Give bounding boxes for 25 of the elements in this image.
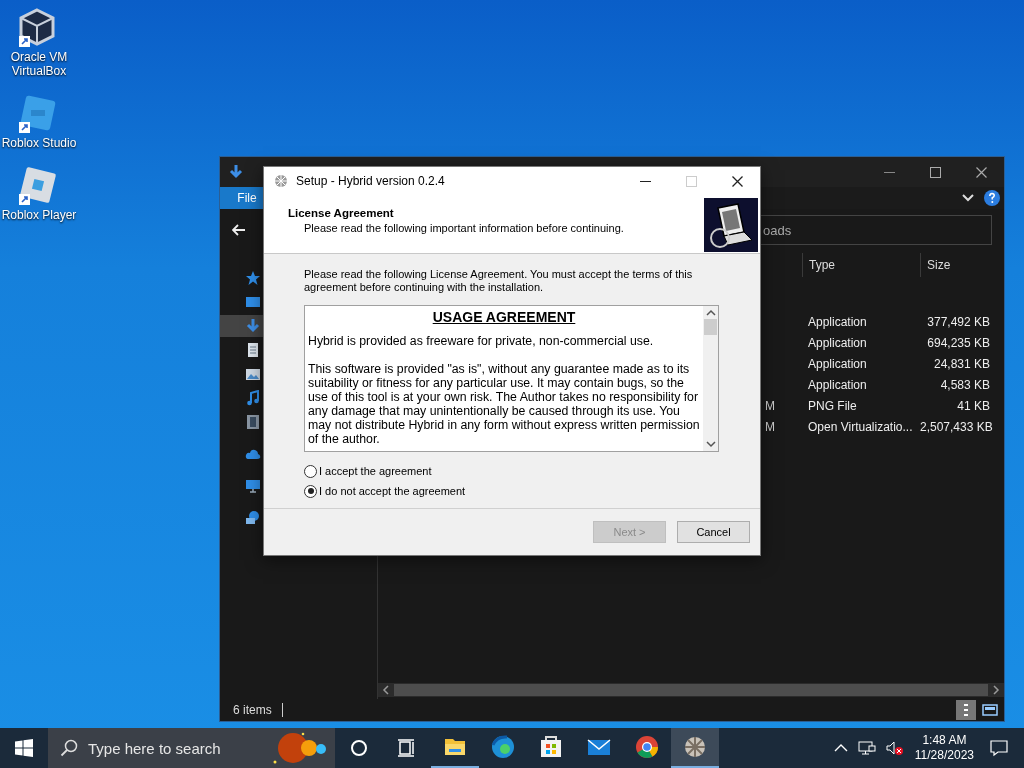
instruction-text: Please read the following License Agreement. You must accept the terms of this agreement before continuing with the installation. (304, 268, 694, 294)
clock-date: 11/28/2023 (914, 748, 974, 763)
table-cell: M (765, 419, 775, 434)
table-cell: 24,831 KB (933, 356, 990, 371)
search-placeholder: Type here to search (88, 739, 222, 757)
table-cell: Application (808, 356, 867, 371)
license-paragraph: This software is provided "as is", without any guarantee made as to its suitability or fitness for any particular use. It may contain bugs, so the use of this tool is at your own risk. The Author takes no responsibility for any damage that may unintentionally be caused through its use. You may not distribute Hybrid in any form without express written permission of the author. (308, 362, 700, 446)
table-cell: 4,583 KB (940, 377, 990, 392)
license-title: USAGE AGREEMENT (431, 308, 577, 327)
table-cell: Application (808, 314, 867, 329)
table-cell: 2,507,433 KB (920, 419, 993, 434)
table-cell: Application (808, 377, 867, 392)
table-cell: Application (808, 335, 867, 350)
table-cell: 694,235 KB (927, 335, 990, 350)
table-cell: PNG File (808, 398, 857, 413)
section-heading: License Agreement (288, 207, 395, 219)
license-paragraph: Hybrid is provided as freeware for private, non-commercial use. (308, 334, 655, 348)
window-title: Setup - Hybrid version 0.2.4 (296, 174, 445, 188)
table-cell: 377,492 KB (927, 314, 990, 329)
section-subheading: Please read the following important information before continuing. (303, 222, 625, 234)
table-cell: Open Virtualizatio... (808, 419, 913, 434)
table-cell: M (765, 398, 775, 413)
status-text: 6 items (233, 703, 283, 717)
clock-time: 1:48 AM (921, 733, 968, 748)
table-cell: 41 KB (957, 398, 990, 413)
